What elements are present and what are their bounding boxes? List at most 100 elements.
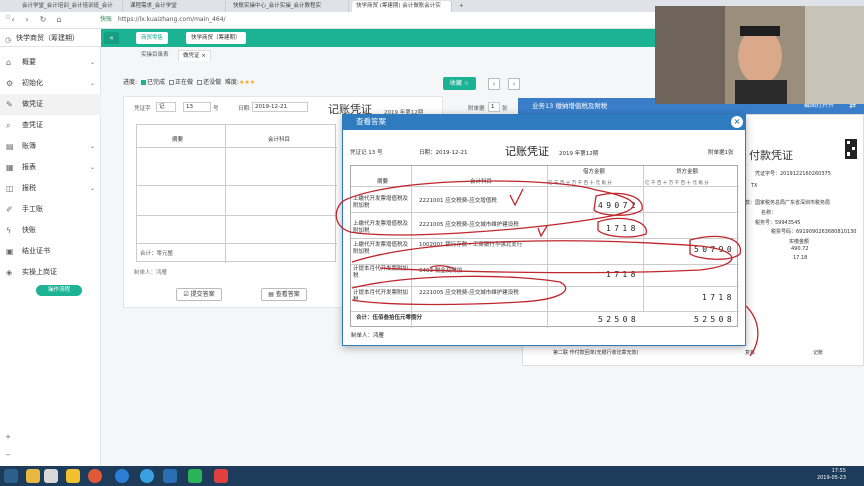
book-icon: ▤ bbox=[6, 142, 14, 151]
home-icon[interactable]: ⌂ bbox=[54, 15, 64, 25]
new-tab-button[interactable]: + bbox=[455, 1, 467, 12]
answer-total-credit: 52508 bbox=[694, 315, 736, 324]
col-summary-header: 摘要 bbox=[172, 137, 184, 143]
collapse-sidebar-button[interactable]: « bbox=[104, 32, 119, 44]
operation-guide-button[interactable]: 操作流程 bbox=[36, 285, 82, 296]
submit-icon: ☑ bbox=[183, 291, 189, 298]
col-account-header: 会计科目 bbox=[268, 137, 291, 143]
business-title: 业务13 缴纳增值税及附税 bbox=[532, 102, 608, 110]
answer-total-label: 合计：伍佰叁拾伍元零捌分 bbox=[356, 315, 423, 321]
forward-icon[interactable]: › bbox=[22, 15, 32, 25]
close-icon[interactable]: × bbox=[731, 116, 743, 128]
receipt-line: TX bbox=[751, 183, 758, 189]
industry-button[interactable]: 商贸零售 bbox=[136, 32, 169, 44]
receipt-line: 490.72 bbox=[791, 246, 809, 252]
browser-tab[interactable]: 课程需求_会计学堂 bbox=[126, 1, 226, 12]
next-arrow-icon[interactable]: › bbox=[508, 78, 520, 90]
browser-tab-active[interactable]: 快学商贸 (筹建期) 会计做账会计实 bbox=[352, 1, 452, 12]
voucher-word-select[interactable]: 记 bbox=[156, 102, 176, 112]
site-label: 快账 bbox=[100, 16, 113, 23]
sidebar-item-tax[interactable]: ◫ 报税 ⌄ bbox=[0, 178, 101, 199]
receipt-line: 税务号：59943545 bbox=[755, 220, 801, 226]
col-debit-header: 借方金额 bbox=[583, 169, 606, 175]
app-icon[interactable] bbox=[163, 469, 177, 483]
voucher-entry-grid bbox=[136, 124, 337, 263]
reload-icon[interactable]: ↻ bbox=[38, 15, 48, 25]
receipt-no: 凭证字号：2019122160260375 bbox=[755, 171, 831, 177]
chevron-down-icon: ⌄ bbox=[89, 164, 95, 171]
company-select-button[interactable]: 快学商贸（筹建期） bbox=[186, 32, 246, 44]
answer-total-debit: 52508 bbox=[598, 315, 640, 324]
sidebar-item-certificate[interactable]: ▣ 结业证书 bbox=[0, 241, 101, 262]
col-account-header: 会计科目 bbox=[470, 179, 493, 185]
receipt-line: 17.18 bbox=[793, 255, 808, 261]
view-icon: ▤ bbox=[268, 291, 274, 298]
sidebar-item-init[interactable]: ⚙ 初始化 ⌄ bbox=[0, 73, 101, 94]
col-summary-header: 摘要 bbox=[377, 179, 389, 185]
row-credit: 1718 bbox=[702, 293, 735, 302]
row-summary: 上缴代开发票增值税及附加税 bbox=[353, 196, 409, 209]
sidebar-item-work-cert[interactable]: ◈ 实操上岗证 bbox=[0, 262, 101, 283]
start-menu-icon[interactable] bbox=[4, 469, 18, 483]
flash-icon: ϟ bbox=[6, 226, 12, 235]
difficulty-stars: ★★★ bbox=[238, 79, 256, 86]
sidebar-item-quick[interactable]: ϟ 快账 bbox=[0, 220, 101, 241]
company-logo: 快学商贸（筹建期） bbox=[0, 29, 101, 47]
minus-icon[interactable]: − bbox=[3, 450, 13, 460]
date-input[interactable]: 2019-12-21 bbox=[252, 102, 308, 112]
browser-tab[interactable]: 快账实操中心_会计实操_会计教程实 bbox=[229, 1, 349, 12]
app-icon[interactable] bbox=[44, 469, 58, 483]
browser-icon[interactable] bbox=[140, 469, 154, 483]
row-summary: 上缴代开发票增值税及附加税 bbox=[353, 221, 409, 234]
answer-date: 日期：2019-12-21 bbox=[419, 150, 468, 156]
submit-answer-button[interactable]: ☑ 提交答案 bbox=[176, 288, 222, 301]
sidebar-item-ledger[interactable]: ▤ 账簿 ⌄ bbox=[0, 136, 101, 157]
home-icon: ⌂ bbox=[6, 58, 12, 67]
history-icon[interactable]: ◷ bbox=[3, 35, 13, 45]
chrome-icon[interactable] bbox=[88, 469, 102, 483]
row-summary: 计提本月代开发票附加税 bbox=[353, 290, 409, 303]
tab-make-voucher[interactable]: 做凭证 × bbox=[178, 50, 211, 61]
chart-icon: ▦ bbox=[6, 163, 14, 172]
row-account: 2221005 应交税费-应交城市维护建设税 bbox=[419, 222, 519, 228]
col-credit-header: 贷方金额 bbox=[676, 169, 699, 175]
pen-icon: ✐ bbox=[6, 205, 13, 214]
view-answer-button[interactable]: ▤ 查看答案 bbox=[261, 288, 307, 301]
webcam-overlay bbox=[655, 6, 864, 104]
done-indicator bbox=[141, 80, 147, 85]
url-input[interactable]: 快账 https://lx.kuaizhang.com/main_464/ bbox=[100, 14, 640, 26]
sidebar-item-manual[interactable]: ✐ 手工账 bbox=[0, 199, 101, 220]
answer-voucher-no: 凭证记 13 号 bbox=[350, 150, 383, 156]
no-label: 号 bbox=[213, 106, 219, 112]
favorite-button[interactable]: 收藏 ☆ bbox=[443, 77, 476, 90]
attach-label: 附单据 bbox=[468, 106, 485, 112]
folder-icon[interactable] bbox=[66, 469, 80, 483]
chevron-down-icon: ⌄ bbox=[89, 59, 95, 66]
sidebar-item-make-voucher[interactable]: ✎ 做凭证 bbox=[0, 94, 101, 115]
chevron-down-icon: ⌄ bbox=[89, 185, 95, 192]
row-account: 2221005 应交税费-应交城市维护建设税 bbox=[419, 290, 519, 296]
prev-arrow-icon[interactable]: ‹ bbox=[488, 78, 500, 90]
app-icon[interactable] bbox=[214, 469, 228, 483]
bookmark-icon[interactable]: ☆ bbox=[3, 12, 13, 22]
system-clock: 17:55 2019-05-23 bbox=[816, 468, 846, 481]
app-icon[interactable] bbox=[188, 469, 202, 483]
k-app-icon[interactable] bbox=[115, 469, 129, 483]
chevron-down-icon: ⌄ bbox=[89, 80, 95, 87]
voucher-no-input[interactable]: 13 bbox=[183, 102, 211, 112]
tab-practice-index[interactable]: 实操目录表 bbox=[137, 50, 173, 61]
debit-digit-header: 亿 千 百 十 万 千 百 十 元 角 分 bbox=[548, 181, 612, 186]
sidebar-item-query-voucher[interactable]: ⌕ 查凭证 bbox=[0, 115, 101, 136]
browser-tab[interactable]: 会计学堂_会计培训_会计培训班_会计 bbox=[18, 1, 123, 12]
sidebar-item-overview[interactable]: ⌂ 概要 ⌄ bbox=[0, 52, 101, 73]
file-explorer-icon[interactable] bbox=[26, 469, 40, 483]
todo-indicator bbox=[197, 80, 203, 85]
sidebar-item-report[interactable]: ▦ 报表 ⌄ bbox=[0, 157, 101, 178]
receipt-line: 款：国家税务总局广东省深圳市税务局 bbox=[745, 200, 831, 206]
chevron-down-icon: ⌄ bbox=[89, 143, 95, 150]
row-account: 2221001 应交税费-应交增值税 bbox=[419, 198, 497, 204]
add-icon[interactable]: + bbox=[3, 432, 13, 442]
close-icon[interactable]: × bbox=[201, 53, 206, 59]
receipt-footer: 记账 bbox=[813, 350, 824, 356]
attach-input[interactable]: 1 bbox=[488, 102, 500, 112]
